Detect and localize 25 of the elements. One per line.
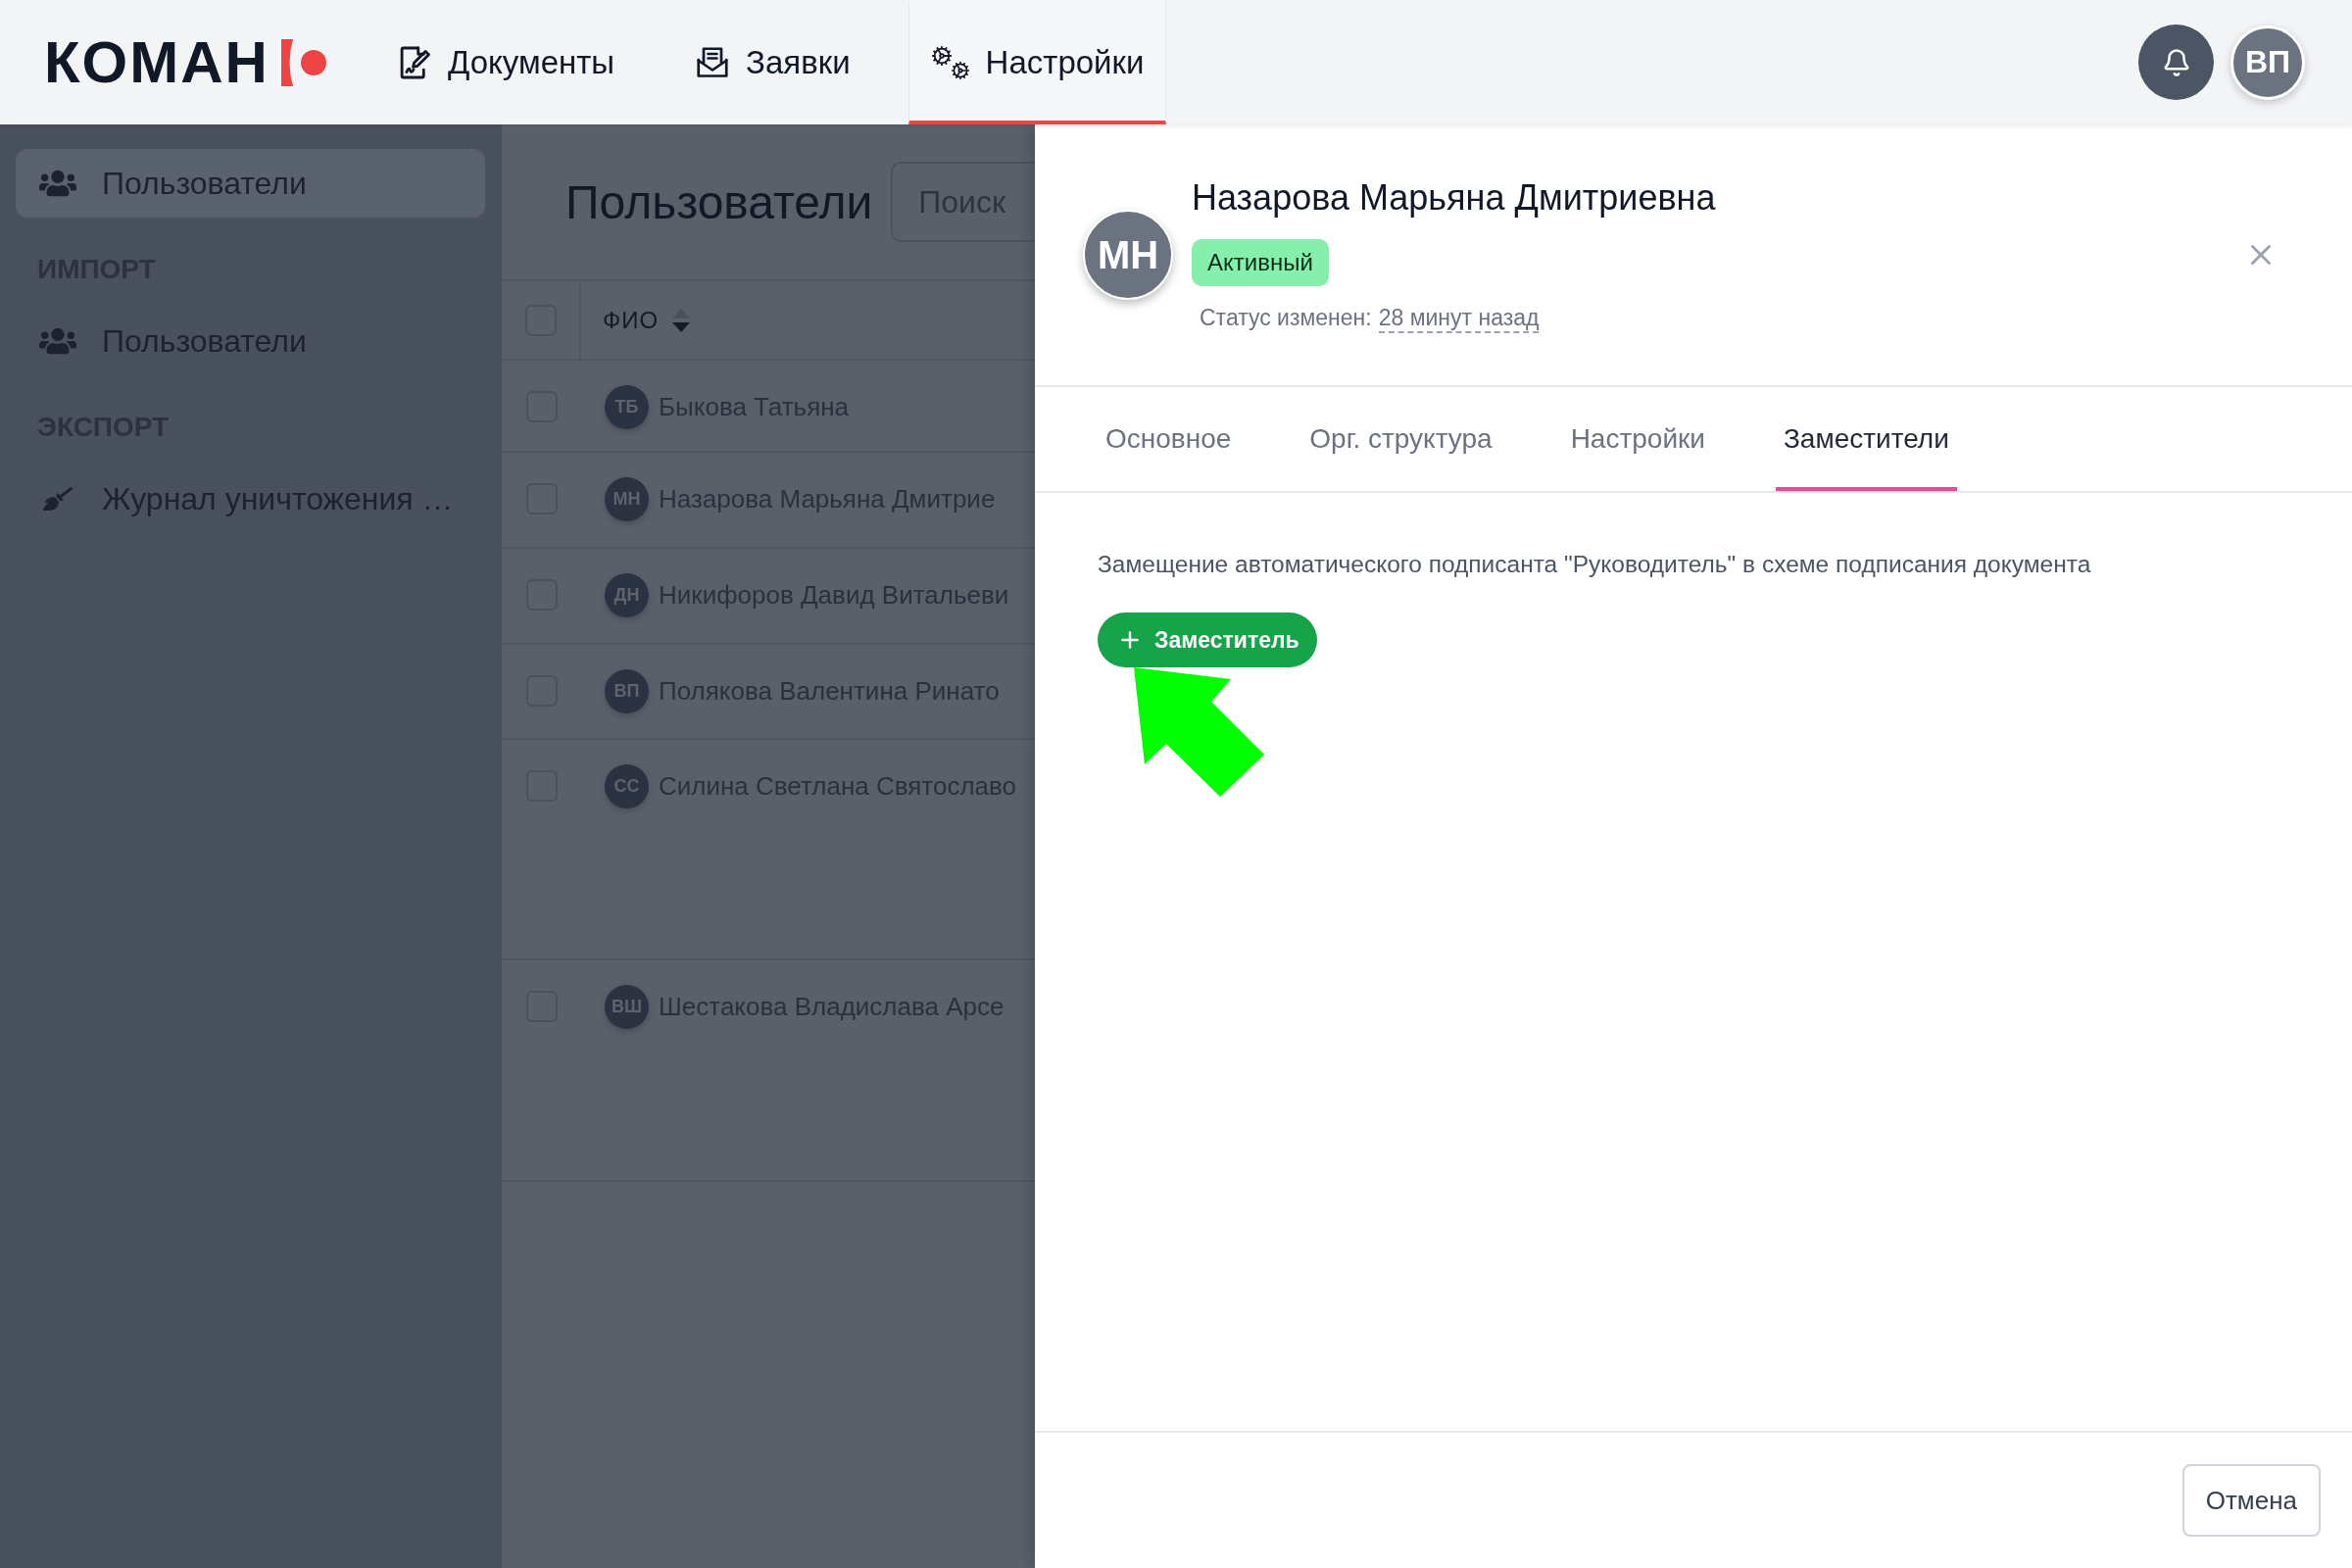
user-avatar[interactable]: ВП	[2230, 24, 2305, 100]
tab[interactable]: Орг. структура	[1301, 387, 1500, 491]
sidebar-item[interactable]: Пользователи	[16, 149, 485, 218]
page-title: Пользователи	[565, 174, 873, 229]
description-text: Замещение автоматического подписанта "Руководитель" в схеме подписания документа	[1098, 550, 2092, 579]
arrow-icon	[1134, 667, 1264, 797]
status-changed-label: Статус изменен:	[1200, 304, 1372, 332]
column-header[interactable]: ФИО	[581, 281, 691, 359]
tab[interactable]: Настройки	[1562, 387, 1713, 491]
user-name: Назарова Марьяна Дмитриевна	[1192, 176, 1716, 220]
envelope-icon	[695, 44, 731, 80]
status-changed-time: 28 минут назад	[1378, 304, 1540, 333]
cancel-button[interactable]: Отмена	[2181, 1464, 2321, 1537]
user-avatar: МН	[1083, 210, 1173, 300]
add-deputy-button[interactable]: Заместитель	[1098, 612, 1317, 667]
tab[interactable]: Заместители	[1775, 387, 1957, 491]
gears-icon	[930, 44, 970, 80]
status-badge: Активный	[1192, 239, 1329, 286]
tab[interactable]: Основное	[1098, 387, 1240, 491]
nav-link[interactable]: Заявки	[672, 0, 873, 124]
nav-link[interactable]: Настройки	[907, 0, 1167, 124]
logo-mark-icon	[280, 38, 326, 86]
logo-text: КОМАН	[44, 32, 270, 92]
broom-icon	[43, 484, 73, 514]
nav-link[interactable]: Документы	[371, 0, 638, 124]
